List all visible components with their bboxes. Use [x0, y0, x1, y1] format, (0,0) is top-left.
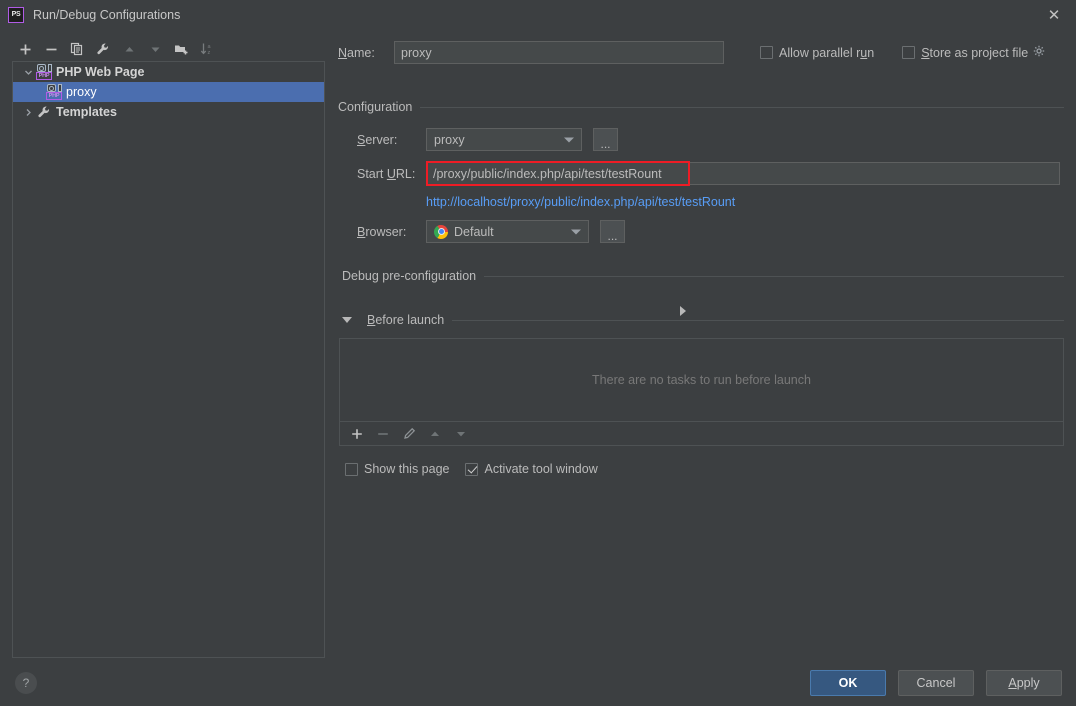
remove-task-button[interactable] [370, 423, 396, 445]
allow-parallel-run-checkbox[interactable]: Allow parallel run [760, 46, 874, 60]
chevron-down-icon [564, 137, 574, 142]
window-title: Run/Debug Configurations [33, 8, 180, 22]
close-icon[interactable]: ✕ [1032, 0, 1076, 29]
name-row: Name: Allow parallel run Store as projec… [338, 41, 1064, 64]
configurations-toolbar: a z [12, 37, 324, 61]
edit-templates-button[interactable] [90, 38, 116, 60]
cancel-button[interactable]: Cancel [898, 670, 974, 696]
tree-item-php-web-page[interactable]: PHP PHP Web Page [13, 62, 324, 82]
wrench-icon [36, 104, 52, 120]
group-divider [452, 320, 1064, 321]
before-launch-toolbar [339, 422, 1064, 446]
move-up-button[interactable] [116, 38, 142, 60]
arrow-up-icon [123, 43, 136, 56]
chevron-down-icon[interactable] [342, 317, 352, 323]
checkbox-box [465, 463, 478, 476]
svg-text:z: z [207, 50, 210, 56]
title-bar: PS Run/Debug Configurations ✕ [0, 0, 1076, 29]
before-launch-section[interactable]: Before launch [342, 313, 1064, 327]
allow-parallel-run-label: Allow parallel run [779, 46, 874, 60]
checkbox-box [902, 46, 915, 59]
checkbox-box [345, 463, 358, 476]
chevron-right-icon[interactable] [21, 108, 36, 117]
show-this-page-checkbox[interactable]: Show this page [345, 462, 449, 476]
browser-label: Browser: [357, 225, 426, 239]
chrome-icon [434, 225, 448, 239]
copy-icon [70, 42, 84, 56]
sort-configurations-button[interactable]: a z [194, 38, 220, 60]
group-divider [484, 276, 1064, 277]
php-web-page-icon: PHP [46, 84, 62, 100]
tree-item-proxy[interactable]: PHP proxy [13, 82, 324, 102]
arrow-down-icon [455, 428, 467, 440]
resolved-url-text: http://localhost/proxy/public/index.php/… [426, 195, 735, 209]
move-task-down-button[interactable] [448, 423, 474, 445]
configuration-group-label: Configuration [338, 100, 412, 114]
dialog-button-bar: OK Cancel Apply [810, 670, 1062, 696]
arrow-up-icon [429, 428, 441, 440]
ok-button[interactable]: OK [810, 670, 886, 696]
start-url-label: Start URL: [357, 167, 426, 181]
server-row: Server: proxy ... [357, 128, 618, 151]
before-launch-label: Before launch [367, 313, 444, 327]
plus-icon [19, 43, 32, 56]
browser-row: Browser: Default ... [357, 220, 625, 243]
edit-task-button[interactable] [396, 423, 422, 445]
chevron-down-icon[interactable] [21, 68, 36, 77]
server-combo-value: proxy [434, 133, 465, 147]
name-input[interactable] [394, 41, 724, 64]
add-configuration-button[interactable] [12, 38, 38, 60]
sort-az-icon: a z [200, 42, 215, 56]
tree-item-label: proxy [66, 85, 97, 99]
before-launch-task-list[interactable]: There are no tasks to run before launch [339, 338, 1064, 422]
tree-item-label: Templates [56, 105, 117, 119]
wrench-icon [96, 42, 110, 56]
before-launch-empty-text: There are no tasks to run before launch [592, 373, 811, 387]
minus-icon [45, 43, 58, 56]
activate-tool-window-label: Activate tool window [484, 462, 597, 476]
browser-combo-value: Default [454, 225, 494, 239]
move-down-button[interactable] [142, 38, 168, 60]
remove-configuration-button[interactable] [38, 38, 64, 60]
arrow-down-icon [149, 43, 162, 56]
checkbox-box [760, 46, 773, 59]
folder-add-icon [174, 42, 189, 56]
plus-icon [351, 428, 363, 440]
configuration-group-header: Configuration [338, 100, 1064, 114]
group-divider [420, 107, 1064, 108]
run-debug-configurations-dialog: PS Run/Debug Configurations ✕ [0, 0, 1076, 706]
help-button[interactable]: ? [15, 672, 37, 694]
add-task-button[interactable] [344, 423, 370, 445]
php-web-page-icon: PHP [36, 64, 52, 80]
browser-combo[interactable]: Default [426, 220, 589, 243]
start-url-input[interactable] [426, 162, 1060, 185]
pencil-icon [403, 427, 416, 440]
move-into-folder-button[interactable] [168, 38, 194, 60]
store-as-project-file-checkbox[interactable]: Store as project file [902, 45, 1045, 60]
apply-button[interactable]: Apply [986, 670, 1062, 696]
browser-browse-button[interactable]: ... [600, 220, 625, 243]
debug-preconfiguration-label: Debug pre-configuration [342, 269, 476, 283]
launch-options-row: Show this page Activate tool window [345, 462, 598, 476]
server-browse-button[interactable]: ... [593, 128, 618, 151]
minus-icon [377, 428, 389, 440]
tree-item-label: PHP Web Page [56, 65, 144, 79]
copy-configuration-button[interactable] [64, 38, 90, 60]
debug-preconfiguration-section[interactable]: Debug pre-configuration [342, 269, 1064, 283]
move-task-up-button[interactable] [422, 423, 448, 445]
tree-item-templates[interactable]: Templates [13, 102, 324, 122]
start-url-row: Start URL: [357, 162, 1064, 185]
show-this-page-label: Show this page [364, 462, 449, 476]
chevron-down-icon [571, 229, 581, 234]
resolved-url-link[interactable]: http://localhost/proxy/public/index.php/… [426, 195, 735, 209]
store-as-project-file-label: Store as project file [921, 46, 1028, 60]
name-label: Name: [338, 46, 394, 60]
server-combo[interactable]: proxy [426, 128, 582, 151]
gear-icon[interactable] [1033, 45, 1045, 60]
server-label: Server: [357, 133, 426, 147]
phpstorm-icon: PS [8, 7, 24, 23]
activate-tool-window-checkbox[interactable]: Activate tool window [465, 462, 597, 476]
configurations-tree[interactable]: PHP PHP Web Page PHP proxy Templates [12, 61, 325, 658]
phpstorm-icon-text: PS [12, 11, 21, 18]
